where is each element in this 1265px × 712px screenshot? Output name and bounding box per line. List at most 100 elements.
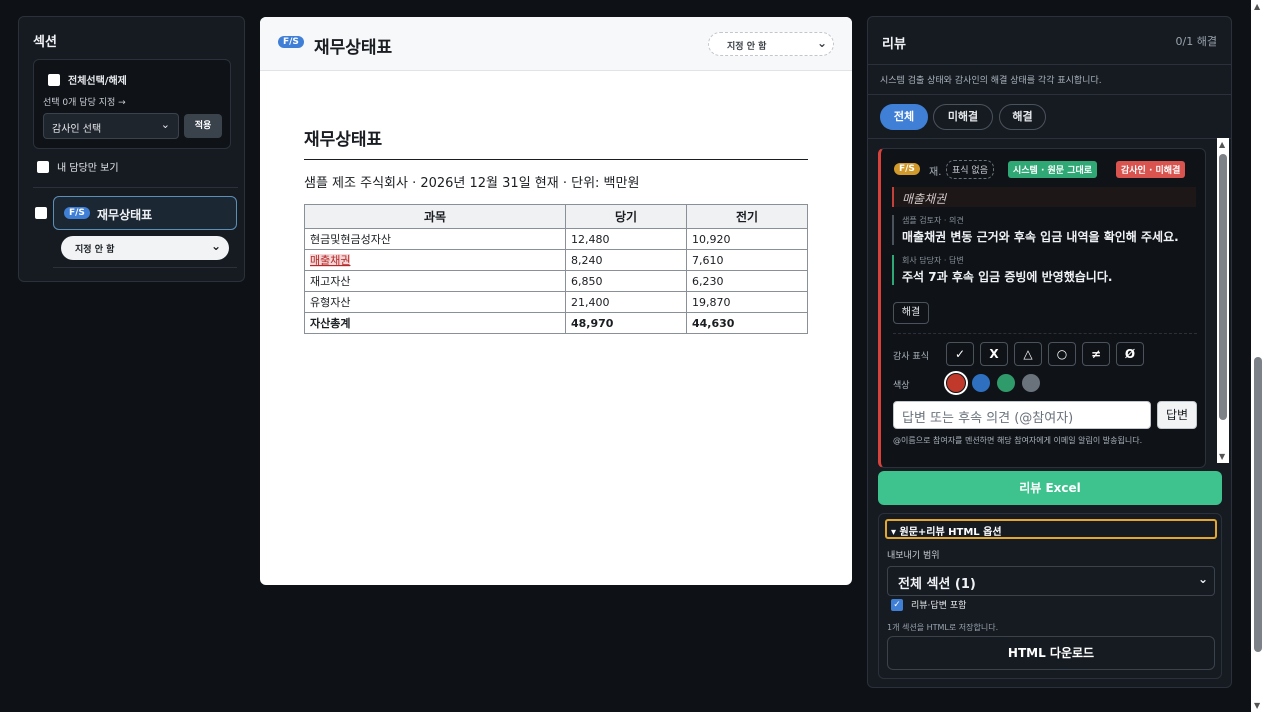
mark-label: 감사 표식 <box>893 352 929 362</box>
comment: 샘플 검토자 · 의견 매출채권 변동 근거와 후속 입금 내역을 확인해 주세… <box>892 215 1179 245</box>
tab-unresolved[interactable]: 미해결 <box>933 104 993 130</box>
financial-table: 과목 당기 전기 현금및현금성자산 12,480 10,920 매출채권 8,2… <box>304 204 808 334</box>
table-cell: 매출채권 <box>304 249 566 271</box>
review-description: 시스템 검출 상태와 감사인의 해결 상태를 각각 표시합니다. <box>880 76 1102 86</box>
review-panel: 리뷰 0/1 해결 시스템 검출 상태와 감사인의 해결 상태를 각각 표시합니… <box>867 16 1232 688</box>
section-panel-title: 섹션 <box>33 35 57 50</box>
export-range-label: 내보내기 범위 <box>887 551 940 561</box>
html-download-button[interactable]: HTML 다운로드 <box>887 636 1215 670</box>
select-all-row[interactable]: 전체선택/해제 <box>48 72 127 87</box>
comment-meta: 샘플 검토자 · 의견 <box>902 216 964 225</box>
apply-button[interactable]: 적용 <box>184 114 222 138</box>
divider <box>868 64 1231 65</box>
tab-all[interactable]: 전체 <box>880 104 928 130</box>
scroll-down-icon[interactable]: ▼ <box>1219 452 1225 461</box>
auditor-select[interactable]: 감사인 선택 ⌄ <box>43 113 179 139</box>
column-header: 당기 <box>565 204 687 229</box>
export-options-toggle[interactable]: ▾ 원문+리뷰 HTML 옵션 <box>885 519 1217 539</box>
divider <box>53 267 237 268</box>
divider <box>33 187 238 188</box>
section-checkbox[interactable] <box>35 207 47 219</box>
not-equal-mark-button[interactable]: ≠ <box>1082 342 1110 366</box>
review-excel-button[interactable]: 리뷰 Excel <box>878 471 1222 505</box>
card-list-scrollbar[interactable]: ▲ ▼ <box>1217 138 1229 463</box>
include-replies-toggle[interactable]: ✓ 리뷰·답변 포함 <box>891 598 966 611</box>
document-subtitle: 샘플 제조 주식회사 · 2026년 12월 31일 현재 · 단위: 백만원 <box>304 176 640 191</box>
card-ref: 재. <box>929 167 942 178</box>
check-mark-button[interactable]: ✓ <box>946 342 974 366</box>
document-header: F/S 재무상태표 지정 안 함 ⌄ <box>260 17 852 71</box>
page-scrollbar[interactable]: ▲ ▼ <box>1251 0 1265 712</box>
reply-meta: 회사 담당자 · 답변 <box>902 256 964 265</box>
section-assign-select[interactable]: 지정 안 함 ⌄ <box>61 236 229 260</box>
table-cell: 자산총계 <box>304 312 566 334</box>
circle-mark-button[interactable]: ○ <box>1048 342 1076 366</box>
column-header: 전기 <box>686 204 808 229</box>
document-title: 재무상태표 <box>314 38 393 58</box>
bulk-assign-box: 전체선택/해제 선택 0개 담당 지정 → 감사인 선택 ⌄ 적용 <box>33 59 231 149</box>
table-cell: 19,870 <box>686 291 808 313</box>
mine-only-label: 내 담당만 보기 <box>57 163 119 174</box>
quoted-text: 매출채권 <box>892 187 1196 207</box>
scroll-up-icon[interactable]: ▲ <box>1254 2 1260 11</box>
divider <box>893 333 1197 334</box>
divider <box>868 138 1231 139</box>
chevron-down-icon: ⌄ <box>160 118 170 131</box>
table-row-total: 자산총계 48,970 44,630 <box>304 312 808 334</box>
export-range-select[interactable]: 전체 섹션 (1) ⌄ <box>887 566 1215 596</box>
check-icon[interactable]: ✓ <box>891 598 903 611</box>
selected-assign-label: 선택 0개 담당 지정 → <box>43 98 126 108</box>
table-cell: 현금및현금성자산 <box>304 228 566 250</box>
empty-set-mark-button[interactable]: Ø <box>1116 342 1144 366</box>
resolve-button[interactable]: 해결 <box>893 302 929 324</box>
table-cell: 48,970 <box>565 312 687 334</box>
section-item-fs[interactable]: F/S 재무상태표 <box>53 196 237 230</box>
table-cell: 7,610 <box>686 249 808 271</box>
triangle-mark-button[interactable]: △ <box>1014 342 1042 366</box>
document-assign-select[interactable]: 지정 안 함 ⌄ <box>708 32 834 56</box>
table-cell: 유형자산 <box>304 291 566 313</box>
export-note: 1개 섹션을 HTML로 저장합니다. <box>887 623 999 632</box>
table-cell: 재고자산 <box>304 270 566 292</box>
table-cell: 21,400 <box>565 291 687 313</box>
reply-input[interactable]: 답변 또는 후속 의견 (@참여자) <box>893 401 1151 429</box>
system-status-badge: 시스템 · 원문 그대로 <box>1008 161 1098 178</box>
scroll-down-icon[interactable]: ▼ <box>1254 701 1260 710</box>
mention-note: @이름으로 참여자를 멘션하면 해당 참여자에게 이메일 알림이 발송됩니다. <box>893 436 1143 445</box>
color-label: 색상 <box>893 381 910 391</box>
review-count: 0/1 해결 <box>1175 35 1217 48</box>
section-panel: 섹션 전체선택/해제 선택 0개 담당 지정 → 감사인 선택 ⌄ 적용 내 담… <box>18 16 245 282</box>
color-swatch-blue[interactable] <box>972 374 990 392</box>
table-cell: 10,920 <box>686 228 808 250</box>
table-cell: 6,850 <box>565 270 687 292</box>
select-all-checkbox[interactable] <box>48 73 60 86</box>
section-item-label: 재무상태표 <box>97 208 153 222</box>
column-header: 과목 <box>304 204 566 229</box>
color-swatch-gray[interactable] <box>1022 374 1040 392</box>
chevron-down-icon: ⌄ <box>1197 572 1208 586</box>
chevron-down-icon: ⌄ <box>210 239 221 253</box>
table-row: 현금및현금성자산 12,480 10,920 <box>304 228 808 250</box>
comment-text: 매출채권 변동 근거와 후속 입금 내역을 확인해 주세요. <box>902 230 1179 244</box>
reply-button[interactable]: 답변 <box>1157 401 1197 429</box>
scroll-up-icon[interactable]: ▲ <box>1219 140 1225 149</box>
fs-badge: F/S <box>894 163 920 175</box>
tab-resolved[interactable]: 해결 <box>999 104 1046 130</box>
scroll-thumb[interactable] <box>1254 357 1262 652</box>
x-mark-button[interactable]: X <box>980 342 1008 366</box>
color-swatch-green[interactable] <box>997 374 1015 392</box>
highlighted-text[interactable]: 매출채권 <box>310 254 351 267</box>
document-viewer: F/S 재무상태표 지정 안 함 ⌄ 재무상태표 샘플 제조 주식회사 · 20… <box>260 17 852 585</box>
scroll-thumb[interactable] <box>1219 154 1227 420</box>
color-swatch-red[interactable] <box>944 371 968 395</box>
mine-only-checkbox[interactable] <box>37 160 49 173</box>
table-row: 매출채권 8,240 7,610 <box>304 249 808 271</box>
table-cell: 8,240 <box>565 249 687 271</box>
review-card: F/S 재. 표식 없음 시스템 · 원문 그대로 감사인 · 미해결 매출채권… <box>878 148 1206 468</box>
include-replies-label: 리뷰·답변 포함 <box>911 601 967 611</box>
auditor-status-badge: 감사인 · 미해결 <box>1116 161 1186 178</box>
divider <box>868 94 1231 95</box>
table-row: 재고자산 6,850 6,230 <box>304 270 808 292</box>
mine-only-toggle[interactable]: 내 담당만 보기 <box>37 159 119 174</box>
table-header-row: 과목 당기 전기 <box>304 204 808 229</box>
